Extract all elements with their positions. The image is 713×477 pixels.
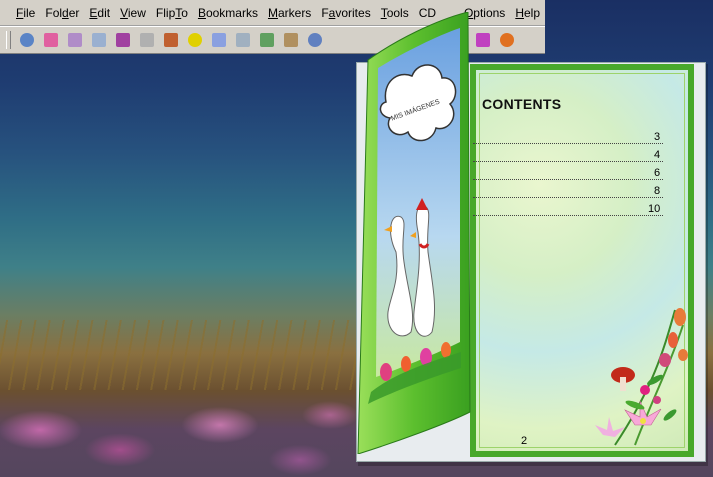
pencil-icon <box>260 33 274 47</box>
menu-mnemonic: d <box>62 6 69 20</box>
arrow-right-button[interactable] <box>111 29 135 51</box>
add-icon <box>188 33 202 47</box>
single-page-icon <box>92 33 106 47</box>
notebook-icon <box>284 33 298 47</box>
toc-page-number[interactable]: 3 <box>654 131 660 143</box>
menu-label-rest: ookmarks <box>205 6 258 20</box>
dual-page-button[interactable] <box>231 29 255 51</box>
menu-label-rest: ptions <box>473 6 506 20</box>
contents-title: CONTENTS <box>482 96 562 112</box>
print-button[interactable] <box>159 29 183 51</box>
pages-icon <box>140 33 154 47</box>
flipping-page[interactable]: MIS IMÁGENES <box>356 12 472 454</box>
menu-label-rest: er <box>68 6 80 20</box>
menu-bookmarks[interactable]: Bookmarks <box>193 0 263 25</box>
toc-leader-line <box>473 131 663 144</box>
menu-label-rest: ile <box>23 6 36 20</box>
open-book-button[interactable] <box>63 29 87 51</box>
menu-mnemonic: M <box>267 6 278 20</box>
menu-markers[interactable]: Markers <box>263 0 316 25</box>
star-icon <box>500 33 514 47</box>
star-button[interactable] <box>495 29 519 51</box>
dual-page-icon <box>236 33 250 47</box>
menu-label-rest: elp <box>523 6 540 20</box>
toc-leader-line <box>473 167 663 180</box>
menu-folder[interactable]: Folder <box>40 0 84 25</box>
menu-file[interactable]: File <box>11 0 40 25</box>
pink-page-button[interactable] <box>39 29 63 51</box>
toc-page-number[interactable]: 4 <box>654 149 660 161</box>
eye-icon <box>20 33 34 47</box>
print-icon <box>164 33 178 47</box>
cursor-button[interactable] <box>471 29 495 51</box>
toc-leader-line <box>473 203 663 216</box>
menu-label-rest: dit <box>97 6 111 20</box>
cursor-icon <box>476 33 490 47</box>
menu-view[interactable]: View <box>115 0 151 25</box>
menu-mnemonic: V <box>120 6 128 20</box>
menu-label-pre: Fol <box>45 6 63 20</box>
cd-icon <box>308 33 322 47</box>
menu-mnemonic: B <box>197 6 206 20</box>
eye-button[interactable] <box>15 29 39 51</box>
single-page-button[interactable] <box>87 29 111 51</box>
eraser-icon <box>212 33 226 47</box>
toc-leader-line <box>473 149 663 162</box>
menu-mnemonic: H <box>515 6 524 20</box>
add-button[interactable] <box>183 29 207 51</box>
page-number: 2 <box>521 435 528 447</box>
notebook-button[interactable] <box>279 29 303 51</box>
toc-page-number[interactable]: 8 <box>654 185 660 197</box>
cd-button[interactable] <box>303 29 327 51</box>
menu-flipto[interactable]: FlipTo <box>151 0 193 25</box>
open-book-icon <box>68 33 82 47</box>
menu-label-rest: o <box>181 6 188 20</box>
eraser-button[interactable] <box>207 29 231 51</box>
menu-label-pre: Flip <box>155 6 176 20</box>
corner-flowers-illustration <box>595 308 688 446</box>
toc-page-number[interactable]: 6 <box>654 167 660 179</box>
pages-button[interactable] <box>135 29 159 51</box>
toc-leader-line <box>473 185 663 198</box>
menu-edit[interactable]: Edit <box>84 0 115 25</box>
pencil-button[interactable] <box>255 29 279 51</box>
toolbar-grip[interactable] <box>6 31 11 49</box>
menu-label-pre: F <box>321 6 329 20</box>
toc-page-number[interactable]: 10 <box>648 203 660 215</box>
gap-button[interactable] <box>327 29 351 51</box>
gap-icon <box>332 33 346 47</box>
menu-label-rest: iew <box>127 6 146 20</box>
menu-label-rest: arkers <box>277 6 312 20</box>
arrow-right-icon <box>116 33 130 47</box>
menu-help[interactable]: Help <box>510 0 545 25</box>
pink-page-icon <box>44 33 58 47</box>
